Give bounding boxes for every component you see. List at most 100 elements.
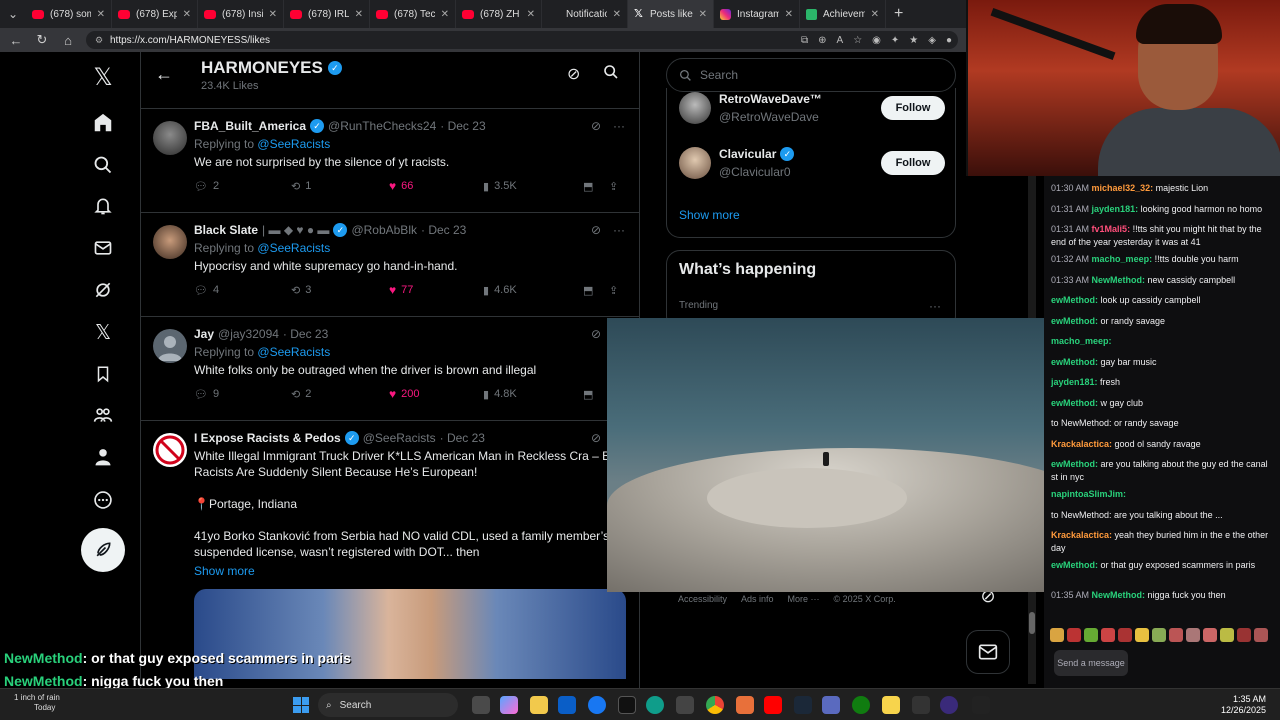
close-icon[interactable]: ✕ — [785, 9, 793, 20]
system-clock[interactable]: 1:35 AM 12/26/2025 — [1221, 694, 1266, 716]
bookmark-icon[interactable]: ⬒ — [583, 388, 609, 401]
repost-button[interactable]: ⟲ 1 — [291, 180, 389, 193]
premium-icon[interactable]: 𝕏 — [90, 319, 116, 345]
avatar[interactable] — [153, 121, 187, 155]
emote-icon[interactable] — [1254, 628, 1268, 642]
amazon-icon[interactable] — [618, 696, 636, 714]
avatar[interactable] — [679, 147, 711, 179]
reply-button[interactable]: 💬︎ 4 — [194, 284, 291, 297]
chat-username[interactable]: ewMethod: — [1051, 295, 1098, 305]
taskbar-search[interactable]: ⌕ Search — [318, 693, 458, 717]
post-button[interactable] — [81, 528, 125, 572]
emote-icon[interactable] — [1101, 628, 1115, 642]
notifications-icon[interactable] — [90, 193, 116, 219]
browser-tab[interactable]: (678) somali✕ — [26, 0, 112, 28]
bookmarks-icon[interactable] — [90, 361, 116, 387]
browser-tab-active[interactable]: 𝕏Posts liked by✕ — [628, 0, 714, 28]
repost-button[interactable]: ⟲ 3 — [291, 284, 389, 297]
views-button[interactable]: ▮ 4.6K — [483, 284, 583, 297]
author-name[interactable]: I Expose Racists & Pedos — [194, 431, 341, 445]
chat-username[interactable]: jayden181: — [1051, 377, 1098, 387]
tab-search-icon[interactable]: ⌄ — [0, 7, 26, 21]
weather-widget[interactable]: 1 inch of rain Today — [14, 693, 60, 713]
chat-username[interactable]: macho_meep: — [1051, 336, 1112, 346]
author-handle[interactable]: @RobAbBlk — [351, 223, 417, 237]
copilot-icon[interactable] — [500, 696, 518, 714]
chat-username[interactable]: ewMethod: — [1051, 398, 1098, 408]
chat-username[interactable]: fv1Mali5: — [1092, 224, 1131, 234]
mention-link[interactable]: @SeeRacists — [257, 137, 330, 151]
repost-button[interactable]: ⟲ 2 — [291, 388, 389, 401]
browser-tab[interactable]: (678) Inside a✕ — [198, 0, 284, 28]
search-icon[interactable] — [603, 64, 619, 85]
grok-icon[interactable]: ⊘ — [567, 64, 580, 84]
tweet-date[interactable]: · Dec 23 — [440, 119, 485, 133]
close-icon[interactable]: ✕ — [441, 9, 449, 20]
emote-icon[interactable] — [1220, 628, 1234, 642]
chat-username[interactable]: michael32_32: — [1092, 183, 1154, 193]
emote-icon[interactable] — [1169, 628, 1183, 642]
author-name[interactable]: Jay — [194, 327, 214, 341]
share-icon[interactable]: ⇪ — [609, 180, 618, 193]
edge-icon[interactable] — [558, 696, 576, 714]
show-more-link[interactable]: Show more — [194, 563, 625, 579]
chat-username[interactable]: Krackalactica: — [1051, 439, 1112, 449]
tweet[interactable]: Jay @jay32094 · Dec 23 ⊘··· Replying to … — [141, 317, 639, 421]
back-arrow-icon[interactable]: ← — [155, 64, 173, 85]
grok-icon[interactable]: ⊘ — [591, 119, 601, 133]
emote-icon[interactable] — [1118, 628, 1132, 642]
app-icon[interactable] — [676, 696, 694, 714]
chat-username[interactable]: ewMethod: — [1051, 459, 1098, 469]
grok-icon[interactable] — [90, 277, 116, 303]
vlc-icon[interactable] — [736, 696, 754, 714]
extension-icon[interactable]: ◉ — [872, 35, 881, 46]
browser-icon[interactable] — [646, 696, 664, 714]
messages-icon[interactable] — [90, 235, 116, 261]
follow-button[interactable]: Follow — [881, 96, 945, 120]
avatar[interactable] — [153, 329, 187, 363]
author-handle[interactable]: @SeeRacists — [363, 431, 436, 445]
xbox-icon[interactable] — [852, 696, 870, 714]
search-input[interactable]: Search — [666, 58, 956, 92]
favorites-icon[interactable]: ★ — [909, 35, 918, 46]
tweet-date[interactable]: · Dec 23 — [440, 431, 485, 445]
browser-tab[interactable]: Notifications✕ — [542, 0, 628, 28]
bookmark-icon[interactable]: ⬒ — [583, 180, 609, 193]
author-name[interactable]: Black Slate — [194, 223, 258, 237]
communities-icon[interactable] — [90, 402, 116, 428]
emote-icon[interactable] — [1152, 628, 1166, 642]
tweet[interactable]: Black Slate | ▬ ◆ ♥ ● ▬ ✓ @RobAbBlk · De… — [141, 213, 639, 317]
messages-drawer-icon[interactable] — [966, 630, 1010, 674]
chat-input[interactable]: Send a message — [1054, 650, 1128, 676]
like-button[interactable]: ♥ 200 — [389, 387, 483, 401]
footer-link[interactable]: More ··· — [788, 594, 820, 604]
chat-username[interactable]: NewMethod: — [1092, 275, 1146, 285]
more-dots-icon[interactable]: ··· — [929, 299, 941, 313]
profile-icon[interactable]: ● — [946, 35, 952, 46]
like-button[interactable]: ♥ 77 — [389, 283, 483, 297]
emote-icon[interactable] — [1237, 628, 1251, 642]
views-button[interactable]: ▮ 3.5K — [483, 180, 583, 193]
youtube-icon[interactable] — [764, 696, 782, 714]
star-icon[interactable]: ☆ — [853, 35, 862, 46]
browser-tab[interactable]: Instagram ✕ — [714, 0, 800, 28]
close-icon[interactable]: ✕ — [871, 9, 879, 20]
bookmark-icon[interactable]: ⬒ — [583, 284, 609, 297]
author-handle[interactable]: @RunTheChecks24 — [328, 119, 436, 133]
reload-icon[interactable]: ↻ — [34, 32, 50, 48]
chat-username[interactable]: NewMethod: — [1092, 590, 1146, 600]
read-aloud-icon[interactable]: A — [837, 35, 844, 46]
back-icon[interactable]: ← — [8, 33, 24, 48]
avatar[interactable] — [679, 92, 711, 124]
reply-button[interactable]: 💬︎ 9 — [194, 388, 291, 401]
browser-tab[interactable]: (678) IRL Stre✕ — [284, 0, 370, 28]
mention-link[interactable]: @SeeRacists — [257, 345, 330, 359]
chat-username[interactable]: jayden181: — [1092, 204, 1139, 214]
scrollbar-thumb[interactable] — [1029, 612, 1035, 634]
notes-icon[interactable] — [882, 696, 900, 714]
like-button[interactable]: ♥ 66 — [389, 179, 483, 193]
puzzle-icon[interactable]: ✦ — [891, 35, 899, 46]
explore-icon[interactable] — [90, 152, 116, 178]
settings-icon[interactable] — [822, 696, 840, 714]
avatar[interactable] — [153, 225, 187, 259]
